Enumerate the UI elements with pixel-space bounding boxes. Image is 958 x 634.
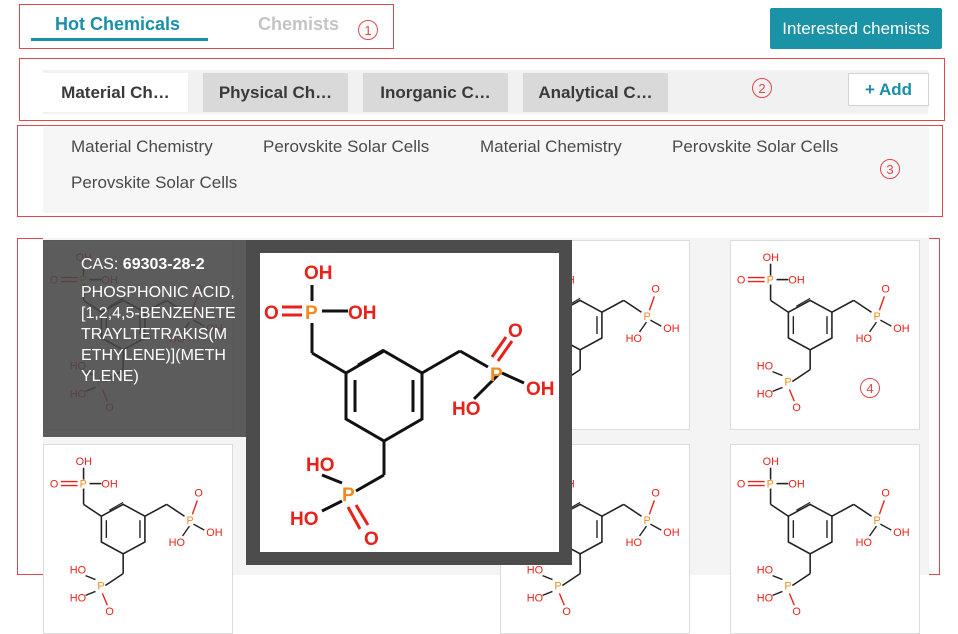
atom-label-oh: OH [304,263,333,284]
sub-topic-item[interactable]: Perovskite Solar Cells [672,137,838,157]
sub-topic-item[interactable]: Perovskite Solar Cells [71,173,237,193]
annotation-marker-4: 4 [860,378,880,398]
category-tab-analytical-chemistry[interactable]: Analytical C… [523,73,668,112]
annotation-marker-2: 2 [752,78,772,98]
atom-label-ho: HO [290,509,319,530]
atom-label-oh: OH [526,379,555,400]
interested-chemists-button[interactable]: Interested chemists [770,8,942,49]
tab-chemists[interactable]: Chemists [258,14,339,35]
atom-label-p: P [342,485,355,506]
annotation-marker-3: 3 [880,159,900,179]
add-category-button[interactable]: + Add [848,73,929,106]
sub-topic-item[interactable]: Perovskite Solar Cells [263,137,429,157]
chemical-card[interactable] [730,240,920,430]
atom-label-o: O [264,303,279,324]
annotation-marker-1: 1 [358,20,378,40]
category-tab-inorganic-chemistry[interactable]: Inorganic C… [363,73,508,112]
structure-preview-canvas: OH O P OH O P OH HO HO P HO O [260,253,559,552]
atom-label-ho: HO [306,455,335,476]
chemical-card[interactable] [43,444,233,634]
sub-topic-item[interactable]: Material Chemistry [71,137,213,157]
atom-label-o: O [364,529,379,550]
category-tab-physical-chemistry[interactable]: Physical Ch… [203,73,348,112]
structure-preview-popup: OH O P OH O P OH HO HO P HO O [246,240,572,565]
chemical-name: PHOSPHONIC ACID, [1,2,4,5-BENZENETETRAYL… [81,284,236,385]
molecule-structure-image [49,454,224,619]
sub-topic-item[interactable]: Material Chemistry [480,137,622,157]
atom-label-p: P [305,303,318,324]
chemical-hover-info: CAS: 69303-28-2 PHOSPHONIC ACID, [1,2,4,… [43,240,246,437]
cas-number: 69303-28-2 [122,256,205,273]
tab-hot-chemicals[interactable]: Hot Chemicals [55,14,180,35]
cas-label: CAS: [81,256,123,273]
molecule-structure-image [736,454,911,619]
atom-label-p: P [490,365,503,386]
chemical-card[interactable] [730,444,920,634]
active-tab-underline [31,38,208,41]
atom-label-o: O [508,321,523,342]
atom-label-oh: OH [348,303,377,324]
cas-line: CAS: 69303-28-2 [81,256,236,274]
molecule-structure-image [736,250,911,415]
category-tab-material-chemistry[interactable]: Material Ch… [43,73,188,112]
molecule-structure-large: OH O P OH O P OH HO HO P HO O [264,263,555,550]
atom-label-ho: HO [452,399,481,420]
